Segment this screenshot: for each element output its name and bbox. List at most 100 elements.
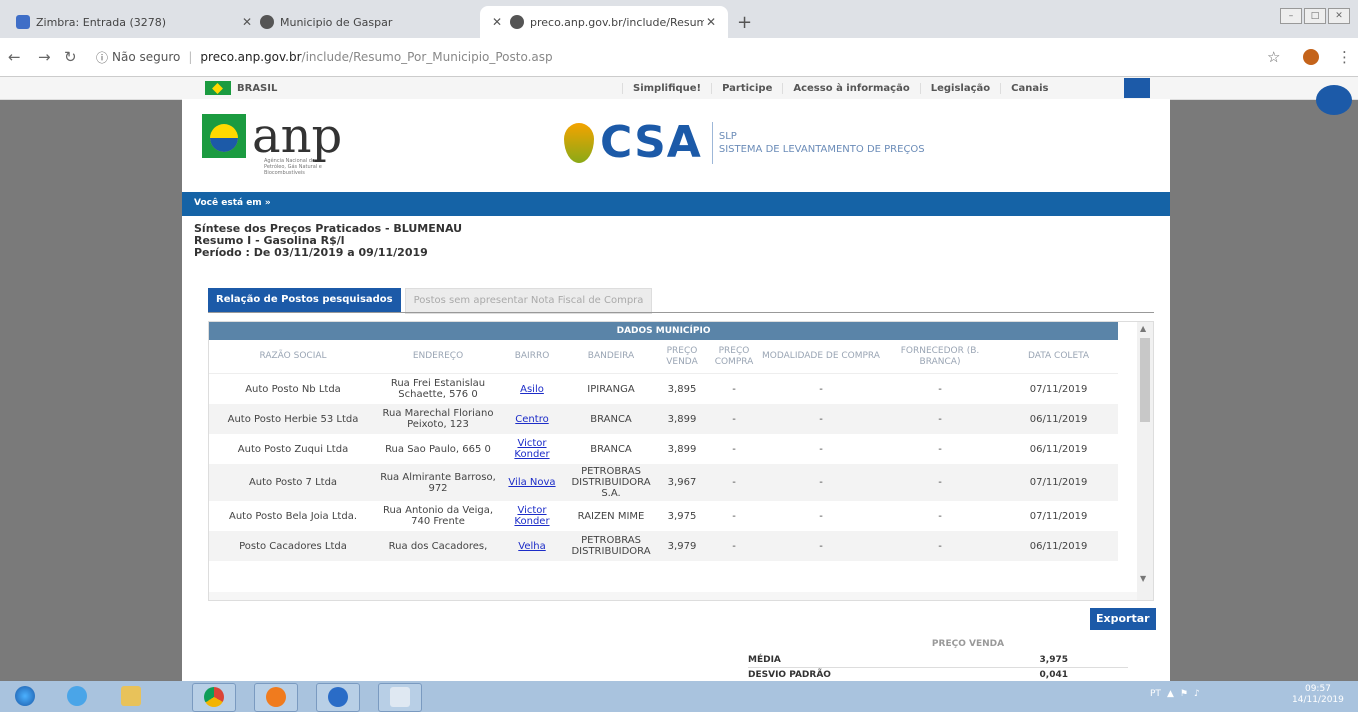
menu-icon[interactable]: ⋮ [1337,48,1352,66]
back-icon[interactable]: ← [8,48,21,66]
close-icon[interactable]: ✕ [704,15,718,29]
media-player-icon[interactable] [254,683,298,712]
volume-icon[interactable]: ♪ [1194,689,1200,699]
ie-icon[interactable] [56,683,98,710]
system-tray: PT ▲ ⚑ ♪ [1150,689,1200,699]
table-cell: BRANCA [565,404,657,434]
title-line-3: Período : De 03/11/2019 a 09/11/2019 [194,246,428,259]
csa-logo: CSA SLP SISTEMA DE LEVANTAMENTO DE PREÇO… [564,117,925,168]
info-icon[interactable]: ⓘ [96,49,108,66]
gov-bar: BRASIL Simplifique! Participe Acesso à i… [0,77,1358,100]
table-cell: IPIRANGA [565,373,657,404]
column-header: DATA COLETA [999,340,1119,374]
start-button[interactable] [4,683,46,710]
security-label: Não seguro [112,50,181,64]
explorer-icon[interactable] [110,683,152,710]
table-cell: Auto Posto Nb Ltda [209,373,377,404]
accessibility-icon[interactable] [1124,78,1150,98]
column-header: BAIRRO [499,340,565,374]
vlibras-icon[interactable] [1316,85,1352,115]
table-cell: Auto Posto 7 Ltda [209,464,377,501]
gov-link-canais[interactable]: Canais [1000,82,1058,94]
close-icon[interactable]: ✕ [490,15,504,29]
clock[interactable]: 09:57 14/11/2019 [1292,684,1344,706]
browser-tab-zimbra[interactable]: Zimbra: Entrada (3278) [6,6,196,38]
vertical-scrollbar[interactable]: ▲ ▼ [1137,322,1153,600]
extension-icon[interactable] [1303,49,1319,65]
browser-toolbar: ← → ↻ ⓘ Não seguro | preco.anp.gov.br/in… [0,38,1358,77]
table-cell: 06/11/2019 [999,434,1119,464]
table-cell: 07/11/2019 [999,464,1119,501]
table-cell: - [761,464,881,501]
table-cell: 3,967 [657,464,707,501]
anp-logo[interactable]: anp [202,112,342,160]
browser-tab-municipio[interactable]: ✕ Municipio de Gaspar [230,6,470,38]
export-button[interactable]: Exportar [1090,608,1156,630]
clock-time: 09:57 [1304,684,1331,694]
tab-title: Zimbra: Entrada (3278) [36,15,167,29]
scroll-up-icon[interactable]: ▲ [1140,324,1146,333]
scroll-down-icon[interactable]: ▼ [1140,574,1146,583]
network-icon[interactable]: ▲ [1167,689,1174,699]
table-body: Auto Posto Nb Ltda Rua Frei Estanislau Sc… [209,373,1119,561]
bookmark-star-icon[interactable]: ☆ [1267,48,1280,66]
gov-link-simplifique[interactable]: Simplifique! [622,82,711,94]
new-tab-icon[interactable]: + [737,12,752,33]
bairro-link[interactable]: Centro [515,414,548,425]
column-header: FORNECEDOR (B. BRANCA) [881,340,999,374]
forward-icon[interactable]: → [38,48,51,66]
table-cell: Velha [499,531,565,561]
window-icon[interactable] [378,683,422,712]
system-name: SISTEMA DE LEVANTAMENTO DE PREÇOS [718,143,925,155]
anp-mark-icon [202,114,246,158]
table-cell: - [761,531,881,561]
bairro-link[interactable]: Victor Konder [514,505,549,527]
address-bar[interactable]: ⓘ Não seguro | preco.anp.gov.br/include/… [96,45,1236,69]
table-cell: Vila Nova [499,464,565,501]
table-cell: - [707,531,761,561]
stats-header: PREÇO VENDA [931,639,1005,649]
table-cell: 3,975 [657,501,707,531]
breadcrumb: Você está em » [182,192,1170,216]
window-controls: – □ ✕ [1280,8,1350,24]
app-icon[interactable] [316,683,360,712]
brasil-link[interactable]: BRASIL [205,81,277,95]
minimize-icon[interactable]: – [1280,8,1302,24]
browser-tab-strip: Zimbra: Entrada (3278) ✕ Municipio de Ga… [0,0,1358,38]
gov-link-participe[interactable]: Participe [711,82,782,94]
table-cell: Rua Sao Paulo, 665 0 [377,434,499,464]
table-cell: - [881,373,999,404]
browser-tab-preco[interactable]: ✕ preco.anp.gov.br/include/Resum ✕ [480,6,728,38]
table-cell: Victor Konder [499,434,565,464]
chrome-icon[interactable] [192,683,236,712]
bairro-link[interactable]: Velha [518,541,545,552]
stats-label: DESVIO PADRÃO [748,670,831,680]
table-cell: PETROBRAS DISTRIBUIDORA S.A. [565,464,657,501]
stats-row: MÉDIA 3,975 [748,653,1128,668]
gov-link-acesso[interactable]: Acesso à informação [782,82,919,94]
bairro-link[interactable]: Victor Konder [514,438,549,460]
table-cell: Victor Konder [499,501,565,531]
bairro-link[interactable]: Asilo [520,384,544,395]
tab-postos-sem-nota[interactable]: Postos sem apresentar Nota Fiscal de Com… [404,288,653,314]
language-indicator[interactable]: PT [1150,689,1161,699]
close-window-icon[interactable]: ✕ [1328,8,1350,24]
table-cell: Rua Almirante Barroso, 972 [377,464,499,501]
tab-postos-pesquisados[interactable]: Relação de Postos pesquisados [208,288,401,312]
windows-taskbar: PT ▲ ⚑ ♪ 09:57 14/11/2019 [0,681,1358,712]
table-cell: BRANCA [565,434,657,464]
flag-icon[interactable]: ⚑ [1180,689,1188,699]
bairro-link[interactable]: Vila Nova [508,477,555,488]
clock-date: 14/11/2019 [1292,695,1344,705]
stats-label: MÉDIA [748,655,781,665]
reload-icon[interactable]: ↻ [64,48,77,66]
table-cell: - [707,434,761,464]
scroll-thumb[interactable] [1140,338,1150,422]
page-title: Síntese dos Preços Praticados - BLUMENAU… [194,223,462,259]
horizontal-scrollbar[interactable] [209,592,1137,600]
gov-link-legislacao[interactable]: Legislação [919,82,1000,94]
close-icon[interactable]: ✕ [240,15,254,29]
maximize-icon[interactable]: □ [1304,8,1326,24]
table-cell: PETROBRAS DISTRIBUIDORA [565,531,657,561]
anp-logo-subtitle: Agência Nacional do Petróleo, Gás Natura… [264,158,322,176]
